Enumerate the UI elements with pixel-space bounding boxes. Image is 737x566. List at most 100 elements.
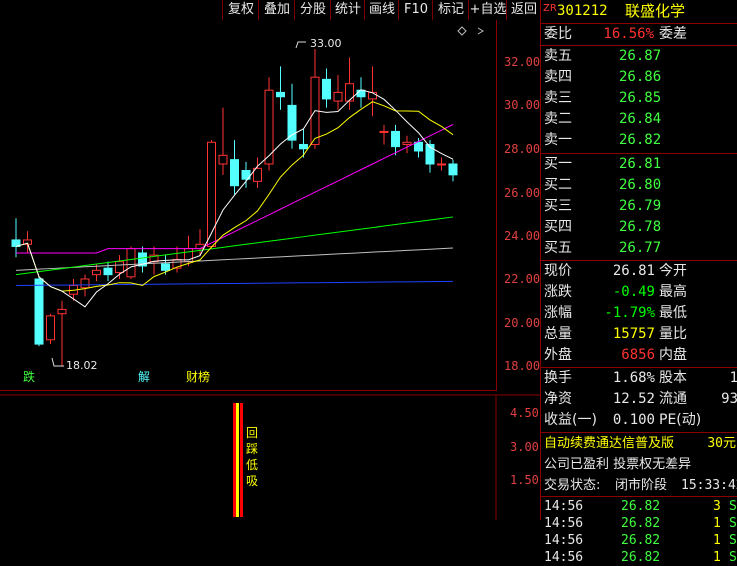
stat-label-2: 内盘 [659,347,687,363]
stat-label-2: 量比 [659,326,687,342]
high-pointer [295,41,306,49]
buy-level-price: 26.79 [619,198,662,214]
kline-chart[interactable] [0,20,540,520]
event-marker-earnings[interactable]: 财榜 [186,368,210,385]
tick-price: 26.82 [621,516,661,531]
finance-label: 换手 [544,370,572,386]
candle-body [299,143,308,150]
buy-level-label: 买四 [544,219,572,235]
sell-level-row[interactable]: 卖二 26.84 [541,109,737,130]
overlay-button[interactable]: 叠加 [258,0,295,20]
back-button[interactable]: 返回 [506,0,541,20]
indicator-y-label: 1.50 [510,473,539,487]
sector-stocks-button[interactable]: 分股 [294,0,331,20]
finance-value: 12.52 [612,391,655,407]
sell-level-label: 卖五 [544,48,572,64]
tick-volume: 1 [713,533,721,548]
candle-body [414,141,423,152]
y-tick-label: 28.00 [504,142,541,156]
sell-level-row[interactable]: 卖一 26.82 [541,130,737,151]
kline-chart-area[interactable]: 32.00 30.00 28.00 26.00 24.00 22.00 20.0… [0,20,540,520]
finance-label-2: 流通 [659,391,687,407]
candle-body [218,154,228,165]
y-tick-label: 26.00 [504,186,541,200]
stat-label: 涨跌 [544,284,572,300]
tick-volume: 1 [713,516,721,531]
buy-level-row[interactable]: 买二 26.80 [541,175,737,196]
sell-level-row[interactable]: 卖三 26.85 [541,88,737,109]
candle-body [322,78,331,100]
sell-level-label: 卖一 [544,132,572,148]
buy-level-row[interactable]: 买三 26.79 [541,196,737,217]
chart-toolbar: 复权 叠加 分股 统计 画线 F10 标记 +自选 返回 [0,0,540,20]
buy-level-row[interactable]: 买五 26.77 [541,238,737,259]
stat-value: 15757 [612,326,655,342]
candle-body [379,130,389,133]
buy-level-row[interactable]: 买一 26.81 [541,154,737,175]
sell-level-row[interactable]: 卖四 26.86 [541,67,737,88]
tick-row: 14:56 26.82 1 S [541,515,737,532]
tick-volume: 3 [713,499,721,514]
tick-time: 14:56 [544,499,584,514]
candle-body [356,89,366,98]
finance-label-2: PE(动) [659,412,702,428]
candle-body [391,130,400,148]
tick-row: 14:56 26.82 1 S [541,532,737,549]
finance-label-2: 股本 [659,370,687,386]
candle-body [161,263,170,271]
finance-row: 收益(一) 0.100 PE(动) [541,410,737,431]
trade-status-row: 交易状态: 闭市阶段 15:33:42 [541,475,737,496]
stat-row: 涨跌 -0.49 最高 [541,282,737,303]
candle-body [126,248,136,278]
candle-body [195,243,205,250]
tick-flag: S [729,516,737,531]
stat-label: 涨幅 [544,305,572,321]
ma60-line [15,216,454,276]
ad-text[interactable]: 自动续费通达信普及版 [544,433,674,454]
tick-price: 26.82 [621,550,661,565]
stat-label: 外盘 [544,347,572,363]
y-tick-label: 30.00 [504,98,541,112]
event-marker-fall[interactable]: 跌 [23,368,35,385]
stat-value: -0.49 [612,284,655,300]
add-watchlist-button[interactable]: +自选 [468,0,507,20]
stat-value: 6856 [621,347,655,363]
indicator-y-label: 3.00 [510,440,539,454]
draw-line-button[interactable]: 画线 [364,0,399,20]
low-price-label: 18.02 [66,359,98,372]
ad-banner[interactable]: 自动续费通达信普及版 30元 [541,433,737,454]
weibi-value: 16.56% [603,26,654,42]
stat-row: 外盘 6856 内盘 [541,345,737,366]
buy-level-row[interactable]: 买四 26.78 [541,217,737,238]
stat-label: 现价 [544,263,572,279]
finance-value: 1.68% [612,370,655,386]
candle-body [345,83,354,102]
buy-level-price: 26.81 [619,156,662,172]
candle-body [92,269,101,276]
f10-button[interactable]: F10 [398,0,433,20]
sell-level-row[interactable]: 卖五 26.87 [541,46,737,67]
event-marker-unlock[interactable]: 解 [138,368,150,385]
stat-label-2: 最低 [659,305,687,321]
candle-body [115,261,124,273]
ad-price[interactable]: 30元 [707,433,736,454]
status-label: 交易状态: [544,478,601,493]
buy-level-price: 26.80 [619,177,662,193]
stat-value: 26.81 [612,263,655,279]
finance-extra: 1 [729,370,737,386]
status-value: 闭市阶段 [615,478,668,493]
status-time: 15:33:42 [681,478,737,493]
mark-button[interactable]: 标记 [432,0,469,20]
candle-body [103,267,113,276]
tick-time: 14:56 [544,516,584,531]
candle-body [448,163,458,176]
tick-time: 14:56 [544,533,584,548]
statistics-button[interactable]: 统计 [330,0,365,20]
candle-body [333,91,343,102]
fuquan-button[interactable]: 复权 [222,0,259,20]
stock-code: 301212 [557,3,608,19]
tick-row: 14:56 26.82 1 S [541,549,737,566]
tick-time: 14:56 [544,550,584,565]
zr-badge: ZR [543,3,557,14]
weicha-label: 委差 [659,26,687,42]
